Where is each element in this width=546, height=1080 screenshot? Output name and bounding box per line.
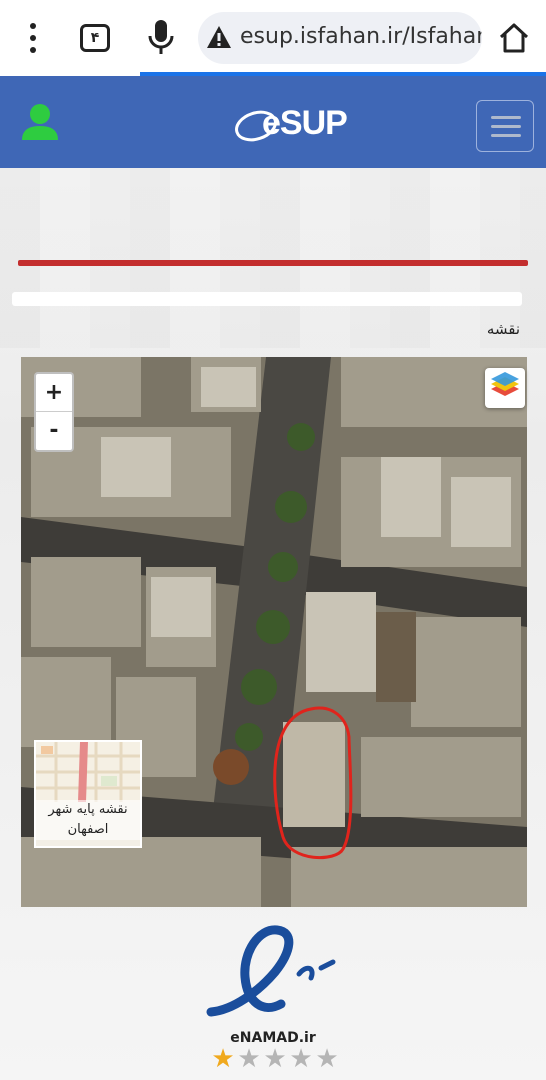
site-header: eSUP xyxy=(0,76,546,168)
map-section-label: نقشه xyxy=(486,320,520,338)
star-empty-icon: ★ xyxy=(289,1044,313,1074)
browser-toolbar: ۴ esup.isfahan.ir/Isfahan xyxy=(0,0,546,76)
basemap-toggle[interactable]: نقشه پایه شهر اصفهان xyxy=(34,740,142,848)
star-empty-icon: ★ xyxy=(263,1044,287,1074)
tab-count-button[interactable]: ۴ xyxy=(80,24,110,52)
white-divider xyxy=(12,292,522,306)
hamburger-menu-icon[interactable] xyxy=(476,100,534,152)
user-icon[interactable] xyxy=(20,102,60,142)
basemap-caption: نقشه پایه شهر اصفهان xyxy=(36,800,140,840)
star-empty-icon: ★ xyxy=(315,1044,339,1074)
zoom-in-button[interactable]: + xyxy=(36,374,72,412)
brand-logo[interactable]: eSUP xyxy=(262,104,348,143)
red-divider xyxy=(18,260,528,266)
enamad-rating: ★ ★ ★ ★ ★ xyxy=(210,1046,342,1074)
enamad-logo[interactable] xyxy=(203,922,347,1022)
layers-icon[interactable] xyxy=(485,368,525,408)
url-text: esup.isfahan.ir/Isfahan xyxy=(240,24,482,49)
star-filled-icon: ★ xyxy=(211,1044,235,1074)
star-empty-icon: ★ xyxy=(237,1044,261,1074)
microphone-icon[interactable] xyxy=(146,18,176,58)
warning-icon[interactable] xyxy=(206,24,232,50)
menu-dots-icon[interactable] xyxy=(22,20,44,56)
zoom-control: + - xyxy=(34,372,74,452)
home-icon[interactable] xyxy=(496,20,532,56)
page-banner-texture xyxy=(0,168,546,348)
basemap-thumbnail-icon xyxy=(36,742,140,802)
address-bar[interactable]: esup.isfahan.ir/Isfahan xyxy=(198,12,482,64)
zoom-out-button[interactable]: - xyxy=(36,412,72,450)
